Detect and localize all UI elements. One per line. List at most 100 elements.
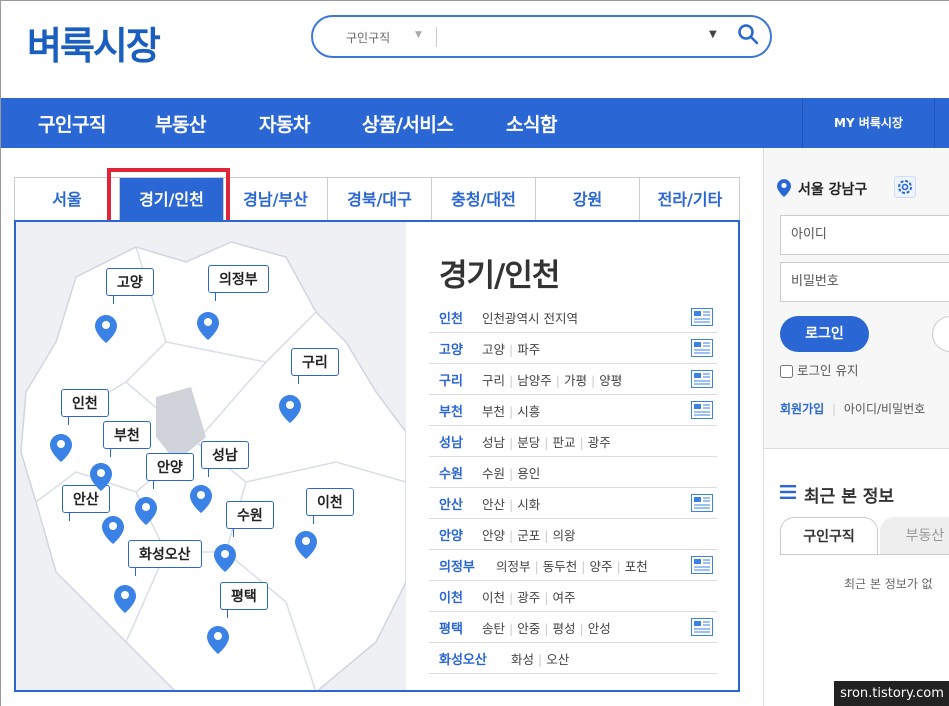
region-value-link[interactable]: 시흥 <box>517 404 540 419</box>
recent-tab-jobs[interactable]: 구인구직 <box>780 517 878 555</box>
tab-gyeongbuk-daegu[interactable]: 경북/대구 <box>327 178 431 221</box>
keep-login[interactable]: 로그인 유지 <box>780 360 858 379</box>
map-pin-icon[interactable] <box>135 497 157 525</box>
map-pin-icon[interactable] <box>114 585 136 613</box>
map-pin-icon[interactable] <box>295 531 317 559</box>
region-value-link[interactable]: 파주 <box>517 342 540 357</box>
map-label-seongnam[interactable]: 성남 <box>201 441 249 477</box>
region-value-link[interactable]: 성남 <box>482 435 505 450</box>
nav-item-cars[interactable]: 자동차 <box>259 110 310 137</box>
region-value-link[interactable]: 양주 <box>589 559 612 574</box>
id-field[interactable]: 아이디 <box>780 215 949 255</box>
region-key-link[interactable]: 고양 <box>439 339 463 358</box>
region-key-link[interactable]: 화성오산 <box>439 649 487 668</box>
map-label-pyeongtaek[interactable]: 평택 <box>220 582 268 618</box>
map-pin-icon[interactable] <box>190 485 212 513</box>
region-value-link[interactable]: 부천 <box>482 404 505 419</box>
tab-gyeongnam-busan[interactable]: 경남/부산 <box>223 178 327 221</box>
region-value-link[interactable]: 여주 <box>552 590 575 605</box>
region-value-link[interactable]: 구리 <box>482 373 505 388</box>
nav-item-news[interactable]: 소식함 <box>506 110 557 137</box>
region-value-link[interactable]: 오산 <box>546 652 569 667</box>
map-pin-icon[interactable] <box>95 315 117 343</box>
newspaper-icon[interactable] <box>691 308 713 326</box>
map-label-anyang[interactable]: 안양 <box>146 453 194 489</box>
map-label-suwon[interactable]: 수원 <box>226 501 274 537</box>
map-pin-icon[interactable] <box>214 544 236 572</box>
newspaper-icon[interactable] <box>691 339 713 357</box>
newspaper-icon[interactable] <box>691 401 713 419</box>
login-button[interactable]: 로그인 <box>780 316 869 352</box>
tab-seoul[interactable]: 서울 <box>15 178 119 221</box>
region-value-link[interactable]: 화성 <box>511 652 534 667</box>
map-label-guri[interactable]: 구리 <box>291 348 339 384</box>
region-map[interactable]: 고양 의정부 구리 인천 부천 안양 성남 안산 수원 이천 화성오산 평택 <box>16 222 406 690</box>
region-value-link[interactable]: 남양주 <box>517 373 552 388</box>
region-value-link[interactable]: 광주 <box>517 590 540 605</box>
map-pin-icon[interactable] <box>197 312 219 340</box>
region-value-link[interactable]: 안성 <box>588 621 611 636</box>
region-value-link[interactable]: 인천광역시 전지역 <box>482 311 578 326</box>
tab-chungcheong-daejeon[interactable]: 충청/대전 <box>431 178 535 221</box>
map-label-bucheon[interactable]: 부천 <box>103 421 151 457</box>
nav-item-realestate[interactable]: 부동산 <box>155 110 206 137</box>
password-field[interactable]: 비밀번호 <box>780 262 949 302</box>
region-value-link[interactable]: 시화 <box>517 497 540 512</box>
map-label-uijeongbu[interactable]: 의정부 <box>208 265 269 301</box>
map-label-incheon[interactable]: 인천 <box>61 389 109 425</box>
newspaper-icon[interactable] <box>691 370 713 388</box>
keep-login-checkbox[interactable] <box>780 365 793 378</box>
map-label-hwaseong-osan[interactable]: 화성오산 <box>128 540 202 576</box>
region-value-link[interactable]: 의정부 <box>496 559 531 574</box>
search-input[interactable] <box>443 23 703 51</box>
search-dropdown-icon[interactable]: ▼ <box>709 29 717 40</box>
tab-gangwon[interactable]: 강원 <box>535 178 639 221</box>
region-value-link[interactable]: 안양 <box>482 528 505 543</box>
category-dropdown-icon[interactable]: ▼ <box>415 30 422 40</box>
region-key-link[interactable]: 부천 <box>439 401 463 420</box>
map-pin-icon[interactable] <box>102 516 124 544</box>
region-value-link[interactable]: 고양 <box>482 342 505 357</box>
newspaper-icon[interactable] <box>691 494 713 512</box>
region-key-link[interactable]: 성남 <box>439 432 463 451</box>
region-value-link[interactable]: 가평 <box>564 373 587 388</box>
tab-jeolla-etc[interactable]: 전라/기타 <box>639 178 740 221</box>
region-value-link[interactable]: 수원 <box>482 466 505 481</box>
find-account-link[interactable]: 아이디/비밀번호 <box>844 402 925 416</box>
region-key-link[interactable]: 안산 <box>439 494 463 513</box>
region-key-link[interactable]: 인천 <box>439 308 463 327</box>
map-label-icheon[interactable]: 이천 <box>306 488 354 524</box>
nav-item-jobs[interactable]: 구인구직 <box>38 110 106 137</box>
nav-item-goods[interactable]: 상품/서비스 <box>362 110 454 137</box>
region-value-link[interactable]: 안산 <box>482 497 505 512</box>
newspaper-icon[interactable] <box>691 556 713 574</box>
recent-tab-realestate[interactable]: 부동산 <box>880 517 949 555</box>
region-value-link[interactable]: 광주 <box>588 435 611 450</box>
search-category[interactable]: 구인구직 <box>346 29 390 46</box>
region-value-link[interactable]: 이천 <box>482 590 505 605</box>
region-value-link[interactable]: 평성 <box>552 621 575 636</box>
region-value-link[interactable]: 포천 <box>625 559 648 574</box>
map-pin-icon[interactable] <box>207 626 229 654</box>
region-value-link[interactable]: 판교 <box>552 435 575 450</box>
map-pin-icon[interactable] <box>90 463 112 491</box>
region-value-link[interactable]: 용인 <box>517 466 540 481</box>
map-label-goyang[interactable]: 고양 <box>106 268 154 304</box>
region-value-link[interactable]: 의왕 <box>552 528 575 543</box>
region-key-link[interactable]: 구리 <box>439 370 463 389</box>
map-pin-icon[interactable] <box>279 395 301 423</box>
gear-icon[interactable] <box>894 176 916 198</box>
region-key-link[interactable]: 평택 <box>439 618 463 637</box>
newspaper-icon[interactable] <box>691 618 713 636</box>
region-key-link[interactable]: 수원 <box>439 463 463 482</box>
region-value-link[interactable]: 양평 <box>599 373 622 388</box>
my-page-button[interactable]: MY 벼룩시장 <box>802 98 935 148</box>
map-pin-icon[interactable] <box>50 434 72 462</box>
social-login-button[interactable] <box>932 316 949 352</box>
region-value-link[interactable]: 송탄 <box>482 621 505 636</box>
region-value-link[interactable]: 군포 <box>517 528 540 543</box>
region-value-link[interactable]: 동두천 <box>543 559 578 574</box>
search-icon[interactable] <box>737 23 759 45</box>
region-key-link[interactable]: 안양 <box>439 525 463 544</box>
join-link[interactable]: 회원가입 <box>780 402 824 416</box>
